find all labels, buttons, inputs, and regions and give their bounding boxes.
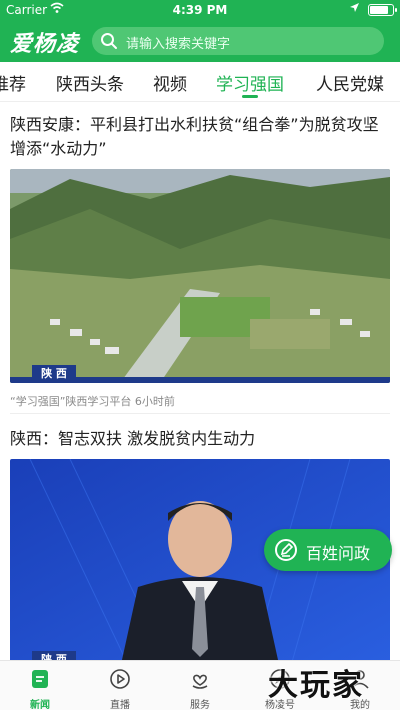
- app-header: Carrier 4:39 PM 爱杨凌 请输入搜索关键字: [0, 0, 400, 62]
- channel-tabs: 推荐 陕西头条 视频 学习强国 人民党媒: [0, 62, 400, 102]
- nav-news[interactable]: 新闻: [0, 661, 80, 710]
- news-feed[interactable]: 陕西安康：平利县打出水利扶贫“组合拳”为脱贫攻坚增添“水动力” 陕 西 “学习强…: [0, 103, 400, 660]
- article-image[interactable]: 陕 西: [10, 169, 390, 383]
- nav-label: 服务: [190, 700, 210, 710]
- status-bar: Carrier 4:39 PM: [0, 0, 400, 20]
- tab-video[interactable]: 视频: [153, 70, 187, 95]
- article-card[interactable]: 陕西安康：平利县打出水利扶贫“组合拳”为脱贫攻坚增添“水动力” 陕 西 “学习强…: [10, 113, 390, 413]
- nav-label: 新闻: [30, 700, 50, 710]
- nav-label: 直播: [110, 700, 130, 710]
- search-bar[interactable]: 请输入搜索关键字: [92, 27, 384, 55]
- tab-shaanxi-headlines[interactable]: 陕西头条: [56, 70, 124, 95]
- article-title[interactable]: 陕西：智志双扶 激发脱贫内生动力: [10, 427, 390, 451]
- search-placeholder: 请输入搜索关键字: [126, 37, 231, 52]
- active-tab-indicator: [242, 95, 258, 98]
- channel-badge: 陕 西: [32, 365, 76, 383]
- fab-label: 百姓问政: [306, 544, 371, 563]
- edit-bubble-icon: [275, 539, 297, 561]
- news-icon: [32, 670, 48, 688]
- article-meta: “学习强国”陕西学习平台 6小时前: [10, 395, 175, 408]
- app-logo[interactable]: 爱杨凌: [10, 26, 79, 58]
- nav-services[interactable]: 服务: [160, 661, 240, 710]
- divider: [10, 413, 390, 414]
- search-icon: [101, 33, 117, 49]
- location-icon: [349, 2, 360, 16]
- status-time: 4:39 PM: [172, 3, 228, 17]
- citizen-inquiry-button[interactable]: 百姓问政: [264, 529, 392, 571]
- tab-recommend[interactable]: 推荐: [0, 70, 26, 95]
- channel-badge: 陕 西: [32, 651, 76, 660]
- heart-hand-icon: [192, 674, 208, 689]
- tab-people-media[interactable]: 人民党媒: [316, 70, 384, 95]
- play-icon: [110, 669, 130, 689]
- nav-live[interactable]: 直播: [80, 661, 160, 710]
- article-title[interactable]: 陕西安康：平利县打出水利扶贫“组合拳”为脱贫攻坚增添“水动力”: [10, 113, 390, 161]
- battery-icon: [368, 4, 397, 16]
- watermark-text: 大玩家: [268, 668, 364, 703]
- tab-study-power[interactable]: 学习强国: [216, 70, 284, 95]
- landscape-image: [10, 169, 390, 383]
